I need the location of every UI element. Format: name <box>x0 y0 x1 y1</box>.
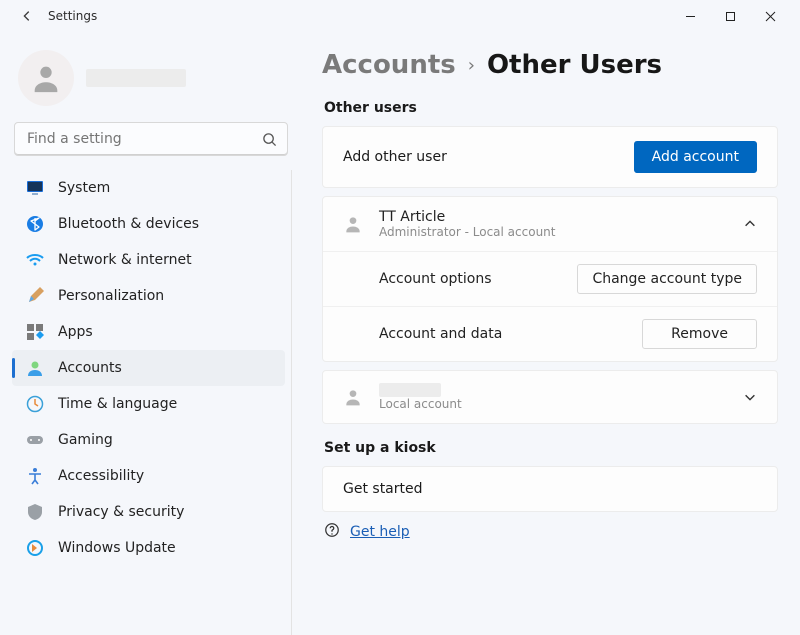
sidebar-item-label: Accessibility <box>58 468 144 484</box>
bluetooth-icon <box>26 215 44 233</box>
avatar <box>18 50 74 106</box>
display-icon <box>26 179 44 197</box>
add-other-user-label: Add other user <box>343 149 447 165</box>
user-row-second[interactable]: Local account <box>323 371 777 423</box>
help-icon <box>324 522 340 542</box>
close-icon <box>765 11 776 22</box>
person-icon <box>343 387 363 407</box>
remove-button[interactable]: Remove <box>642 319 757 349</box>
sidebar-item-apps[interactable]: Apps <box>12 314 285 350</box>
sidebar-item-time[interactable]: Time & language <box>12 386 285 422</box>
sidebar-item-label: Bluetooth & devices <box>58 216 199 232</box>
sidebar-item-label: Time & language <box>58 396 177 412</box>
sidebar-item-bluetooth[interactable]: Bluetooth & devices <box>12 206 285 242</box>
sidebar-item-label: Gaming <box>58 432 113 448</box>
minimize-button[interactable] <box>670 2 710 30</box>
account-options-label: Account options <box>379 271 492 287</box>
chevron-up-icon <box>743 217 757 231</box>
search-icon <box>262 132 277 147</box>
chevron-down-icon <box>743 390 757 404</box>
sidebar-item-windows-update[interactable]: Windows Update <box>12 530 285 566</box>
account-and-data-label: Account and data <box>379 326 502 342</box>
sidebar-item-accessibility[interactable]: Accessibility <box>12 458 285 494</box>
back-button[interactable] <box>20 9 34 23</box>
paintbrush-icon <box>26 287 44 305</box>
person-icon <box>29 61 63 95</box>
breadcrumb: Accounts › Other Users <box>322 50 778 80</box>
kiosk-get-started[interactable]: Get started <box>323 467 777 511</box>
breadcrumb-root[interactable]: Accounts <box>322 50 456 80</box>
sidebar-item-gaming[interactable]: Gaming <box>12 422 285 458</box>
profile-header[interactable] <box>12 42 292 122</box>
add-account-button[interactable]: Add account <box>634 141 757 173</box>
sidebar-item-system[interactable]: System <box>12 170 285 206</box>
user-name: TT Article <box>379 209 555 225</box>
sidebar-item-label: Network & internet <box>58 252 192 268</box>
sidebar-item-privacy[interactable]: Privacy & security <box>12 494 285 530</box>
page-title: Other Users <box>487 50 662 80</box>
update-icon <box>26 539 44 557</box>
user-name-redacted <box>379 383 441 397</box>
minimize-icon <box>685 11 696 22</box>
accessibility-icon <box>26 467 44 485</box>
sidebar-item-label: System <box>58 180 110 196</box>
apps-icon <box>26 323 44 341</box>
close-button[interactable] <box>750 2 790 30</box>
wifi-icon <box>26 251 44 269</box>
chevron-right-icon: › <box>468 55 475 76</box>
sidebar-item-label: Windows Update <box>58 540 176 556</box>
arrow-left-icon <box>20 9 34 23</box>
get-help-link[interactable]: Get help <box>350 524 410 540</box>
search-input[interactable] <box>25 130 262 148</box>
search-settings[interactable] <box>14 122 288 156</box>
profile-name-redacted <box>86 69 186 87</box>
maximize-icon <box>725 11 736 22</box>
sidebar-item-network[interactable]: Network & internet <box>12 242 285 278</box>
clock-globe-icon <box>26 395 44 413</box>
accounts-icon <box>26 359 44 377</box>
sidebar-item-label: Apps <box>58 324 93 340</box>
sidebar-item-label: Accounts <box>58 360 122 376</box>
shield-icon <box>26 503 44 521</box>
user-subtitle: Administrator - Local account <box>379 225 555 239</box>
sidebar-item-personalization[interactable]: Personalization <box>12 278 285 314</box>
sidebar-item-label: Personalization <box>58 288 164 304</box>
section-kiosk: Set up a kiosk <box>324 440 778 456</box>
change-account-type-button[interactable]: Change account type <box>577 264 757 294</box>
kiosk-label: Get started <box>343 481 423 497</box>
window-title: Settings <box>48 9 97 23</box>
maximize-button[interactable] <box>710 2 750 30</box>
gamepad-icon <box>26 431 44 449</box>
section-other-users: Other users <box>324 100 778 116</box>
user-row-tt-article[interactable]: TT Article Administrator - Local account <box>323 197 777 251</box>
user-subtitle: Local account <box>379 397 462 411</box>
sidebar-item-accounts[interactable]: Accounts <box>12 350 285 386</box>
person-icon <box>343 214 363 234</box>
sidebar-item-label: Privacy & security <box>58 504 184 520</box>
